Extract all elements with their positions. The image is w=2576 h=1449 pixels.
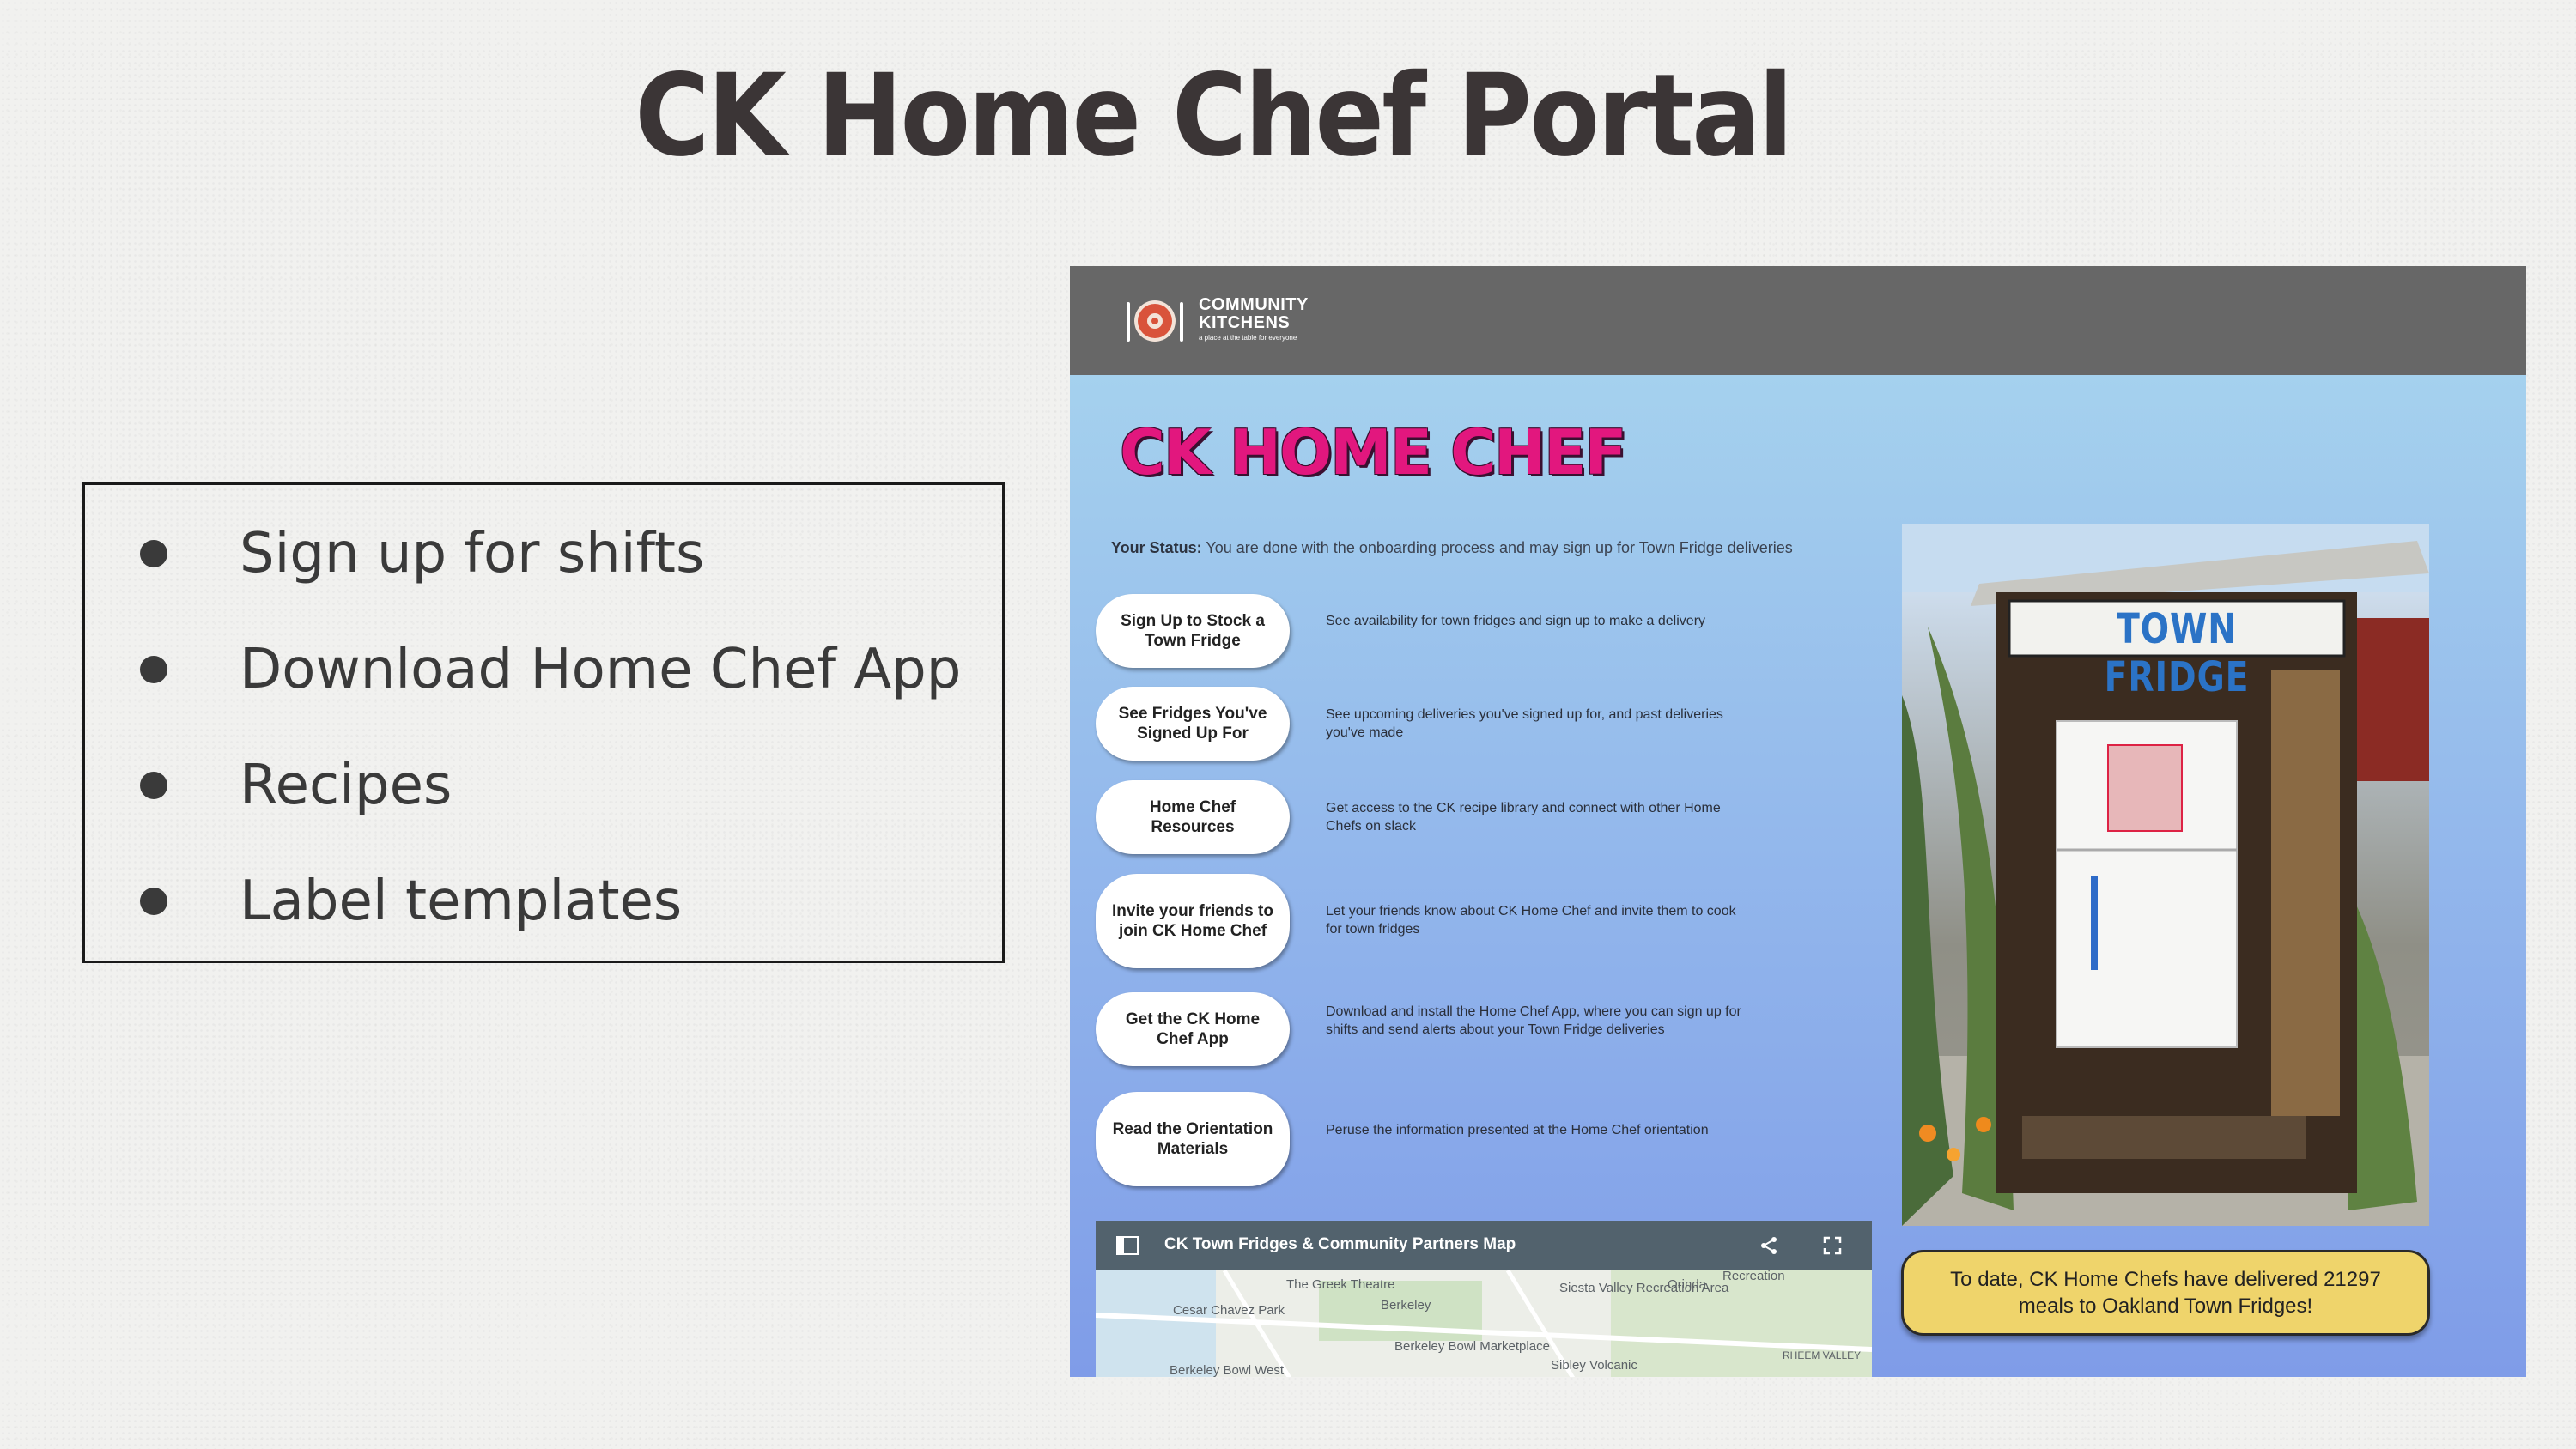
status-line: Your Status: You are done with the onboa… (1111, 539, 1793, 557)
bullet-icon (140, 888, 167, 915)
list-item-text: Sign up for shifts (240, 522, 705, 585)
map-legend-toggle-icon[interactable] (1116, 1236, 1139, 1255)
portal-header: COMMUNITY KITCHENS a place at the table … (1070, 266, 2526, 375)
map-label: Siesta Valley Recreation Area (1559, 1281, 1729, 1295)
logo-text: KITCHENS (1199, 313, 1291, 332)
map-label: Orinda (1668, 1277, 1707, 1292)
see-fridges-button[interactable]: See Fridges You've Signed Up For (1096, 687, 1290, 761)
map-label: The Greek Theatre (1286, 1277, 1395, 1292)
action-description: Let your friends know about CK Home Chef… (1326, 904, 1736, 937)
map-label: Sibley Volcanic (1551, 1358, 1637, 1373)
sign-up-fridge-button[interactable]: Sign Up to Stock a Town Fridge (1096, 594, 1290, 668)
share-icon[interactable] (1759, 1236, 1778, 1255)
map-label: Berkeley (1381, 1298, 1431, 1313)
logo-tagline: a place at the table for everyone (1199, 334, 1297, 342)
get-app-button[interactable]: Get the CK Home Chef App (1096, 992, 1290, 1066)
status-text: You are done with the onboarding process… (1206, 539, 1793, 556)
portal-screenshot: COMMUNITY KITCHENS a place at the table … (1070, 266, 2526, 1377)
town-fridge-photo: TOWN FRIDGE (1902, 524, 2429, 1226)
feature-list: Sign up for shifts Download Home Chef Ap… (82, 482, 1005, 963)
meals-delivered-stat: To date, CK Home Chefs have delivered 21… (1901, 1250, 2430, 1336)
map-label: Cesar Chavez Park (1173, 1303, 1285, 1318)
map-label: Berkeley Bowl West (1170, 1363, 1285, 1377)
logo-text: COMMUNITY (1199, 295, 1309, 314)
action-description: See upcoming deliveries you've signed up… (1326, 707, 1723, 740)
orientation-materials-button[interactable]: Read the Orientation Materials (1096, 1092, 1290, 1186)
map-toolbar: CK Town Fridges & Community Partners Map (1096, 1221, 1872, 1270)
action-description: See availability for town fridges and si… (1326, 614, 1706, 628)
action-description: Peruse the information presented at the … (1326, 1123, 1709, 1137)
list-item-text: Label templates (240, 870, 683, 933)
list-item-text: Recipes (240, 754, 453, 817)
fullscreen-icon[interactable] (1823, 1236, 1842, 1255)
action-description: Get access to the CK recipe library and … (1326, 801, 1721, 834)
bullet-icon (140, 772, 167, 799)
list-item-text: Download Home Chef App (240, 638, 962, 701)
map-label: Berkeley Bowl Marketplace (1394, 1339, 1550, 1354)
community-kitchens-logo-icon (1127, 300, 1183, 342)
slide-title: CK Home Chef Portal (635, 50, 1793, 182)
action-description: Download and install the Home Chef App, … (1326, 1004, 1741, 1037)
map-title: CK Town Fridges & Community Partners Map (1164, 1235, 1516, 1253)
invite-friends-button[interactable]: Invite your friends to join CK Home Chef (1096, 874, 1290, 968)
home-chef-resources-button[interactable]: Home Chef Resources (1096, 780, 1290, 854)
bullet-icon (140, 540, 167, 567)
partners-map[interactable]: CK Town Fridges & Community Partners Map… (1096, 1221, 1872, 1377)
map-label: RHEEM VALLEY (1783, 1349, 1862, 1361)
portal-title: CK HOME CHEF (1120, 416, 1627, 488)
status-label: Your Status: (1111, 539, 1202, 556)
map-label: Recreation (1722, 1269, 1785, 1283)
fridge-sign-text: TOWN FRIDGE (2104, 605, 2250, 701)
bullet-icon (140, 656, 167, 683)
